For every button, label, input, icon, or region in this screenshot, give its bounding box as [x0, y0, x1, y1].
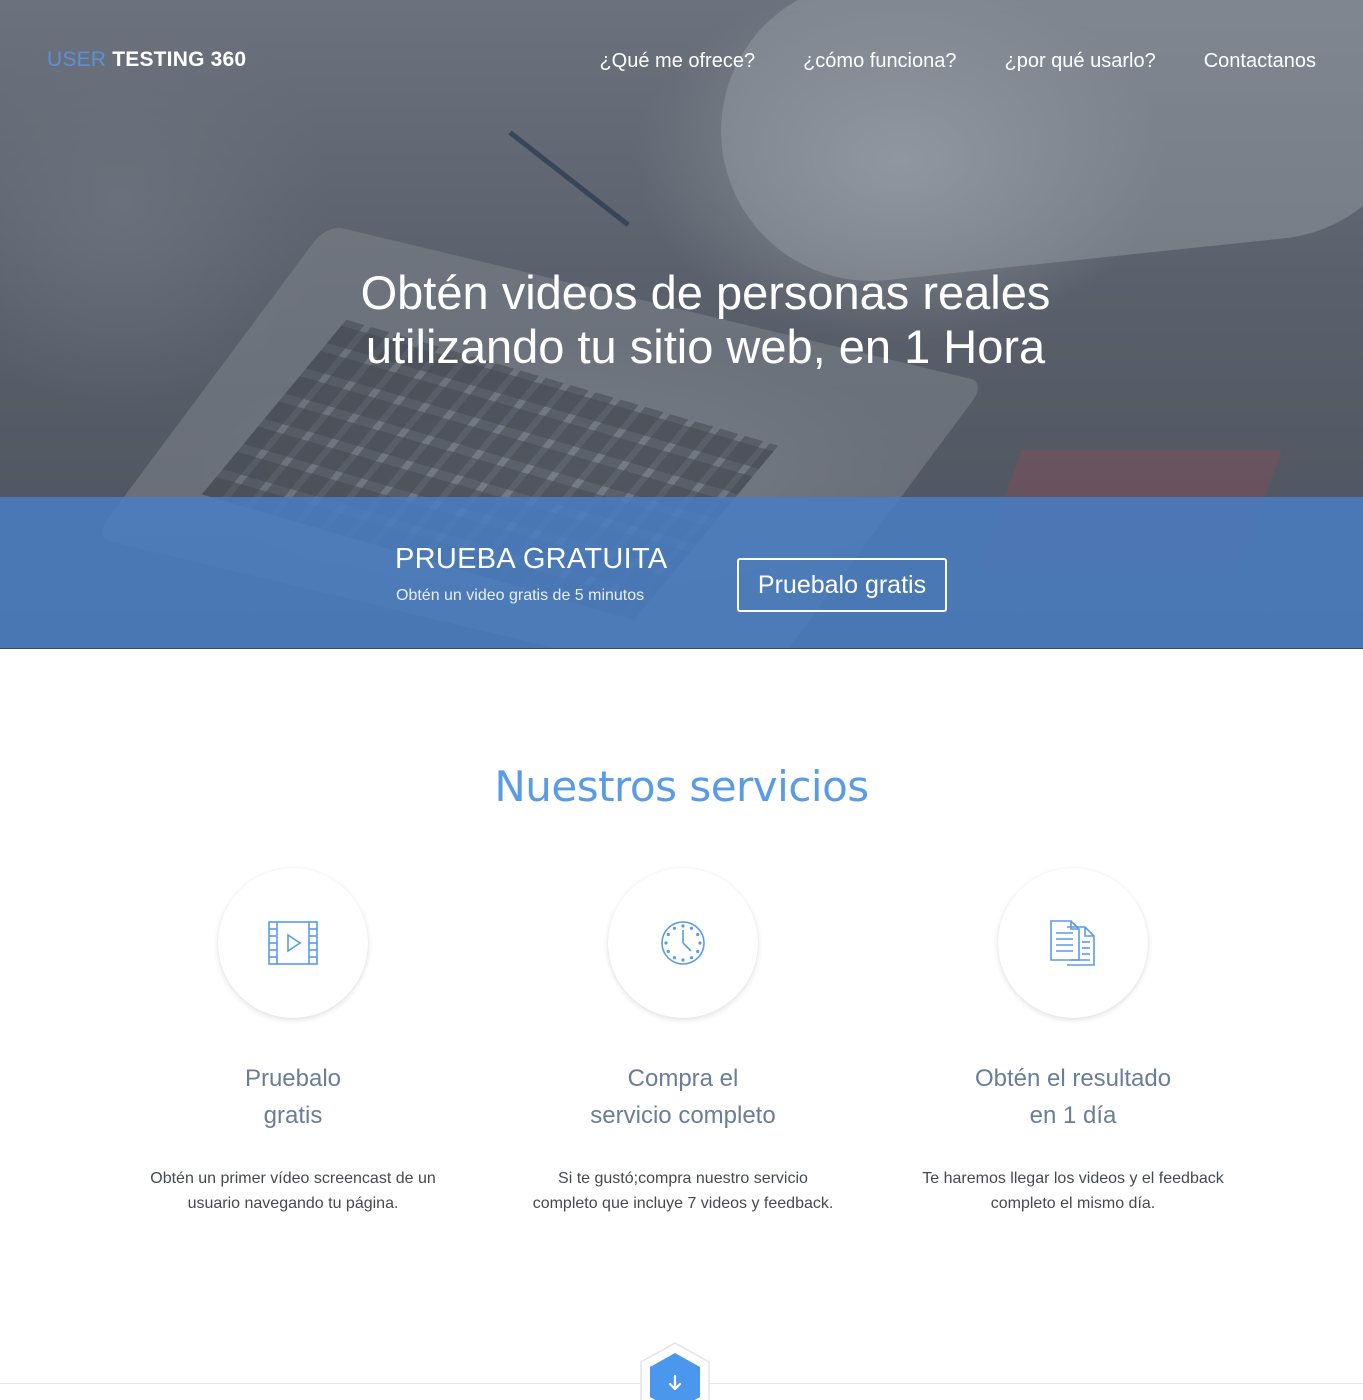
- service-title-line1: Obtén el resultado: [974, 1065, 1172, 1092]
- service-icon-circle: [608, 868, 758, 1018]
- service-title: Compra el servicio completo: [513, 1060, 853, 1134]
- service-desc-line1: Si te gustó;compra nuestro servicio: [558, 1170, 808, 1187]
- service-title-line2: servicio completo: [590, 1102, 776, 1129]
- service-desc-line2: usuario navegando tu página.: [187, 1195, 399, 1212]
- site-logo[interactable]: USER TESTING 360: [47, 48, 246, 72]
- hero-headline-line1: Obtén videos de personas reales: [360, 266, 1051, 319]
- nav-item-por-que-usarlo[interactable]: ¿por qué usarlo?: [1005, 50, 1156, 73]
- clock-icon: [661, 921, 705, 965]
- scroll-down-button[interactable]: [640, 1342, 710, 1400]
- service-desc-line2: completo que incluye 7 videos y feedback…: [532, 1195, 834, 1212]
- logo-part-testing: TESTING 360: [112, 48, 247, 71]
- hero-photo-pen: [508, 130, 630, 227]
- service-desc-line2: completo el mismo día.: [990, 1195, 1156, 1212]
- services-heading: Nuestros servicios: [494, 762, 869, 811]
- service-title-line2: gratis: [263, 1102, 323, 1129]
- top-navbar: USER TESTING 360 ¿Qué me ofrece? ¿cómo f…: [0, 0, 1363, 120]
- main-nav: ¿Qué me ofrece? ¿cómo funciona? ¿por qué…: [599, 50, 1316, 73]
- service-desc-line1: Te haremos llegar los videos y el feedba…: [922, 1170, 1224, 1187]
- free-trial-banner: PRUEBA GRATUITA Obtén un video gratis de…: [0, 497, 1363, 649]
- service-title-line2: en 1 día: [1029, 1102, 1117, 1129]
- video-film-icon: [268, 921, 318, 965]
- service-description: Obtén un primer vídeo screencast de un u…: [123, 1166, 463, 1216]
- nav-item-contactanos[interactable]: Contactanos: [1204, 50, 1316, 73]
- hero-headline: Obtén videos de personas reales utilizan…: [0, 266, 1363, 374]
- service-description: Te haremos llegar los videos y el feedba…: [903, 1166, 1243, 1216]
- service-icon-circle: [998, 868, 1148, 1018]
- service-title: Pruebalo gratis: [123, 1060, 463, 1134]
- logo-part-user: USER: [47, 48, 107, 71]
- service-card-free-trial: Pruebalo gratis Obtén un primer vídeo sc…: [123, 868, 463, 1216]
- service-title-line1: Pruebalo: [244, 1065, 342, 1092]
- try-free-button[interactable]: Pruebalo gratis: [737, 558, 947, 612]
- service-card-result: Obtén el resultado en 1 día Te haremos l…: [903, 868, 1243, 1216]
- hero-headline-line2: utilizando tu sitio web, en 1 Hora: [365, 320, 1046, 373]
- free-trial-subtitle: Obtén un video gratis de 5 minutos: [396, 587, 645, 604]
- service-title-line1: Compra el: [627, 1065, 739, 1092]
- service-title: Obtén el resultado en 1 día: [903, 1060, 1243, 1134]
- service-card-full-service: Compra el servicio completo Si te gustó;…: [513, 868, 853, 1216]
- nav-item-como-funciona[interactable]: ¿cómo funciona?: [803, 50, 956, 73]
- service-description: Si te gustó;compra nuestro servicio comp…: [513, 1166, 853, 1216]
- documents-icon: [1050, 920, 1095, 966]
- service-icon-circle: [218, 868, 368, 1018]
- free-trial-title: PRUEBA GRATUITA: [395, 543, 668, 575]
- service-desc-line1: Obtén un primer vídeo screencast de un: [150, 1170, 436, 1187]
- nav-item-que-ofrece[interactable]: ¿Qué me ofrece?: [599, 50, 755, 73]
